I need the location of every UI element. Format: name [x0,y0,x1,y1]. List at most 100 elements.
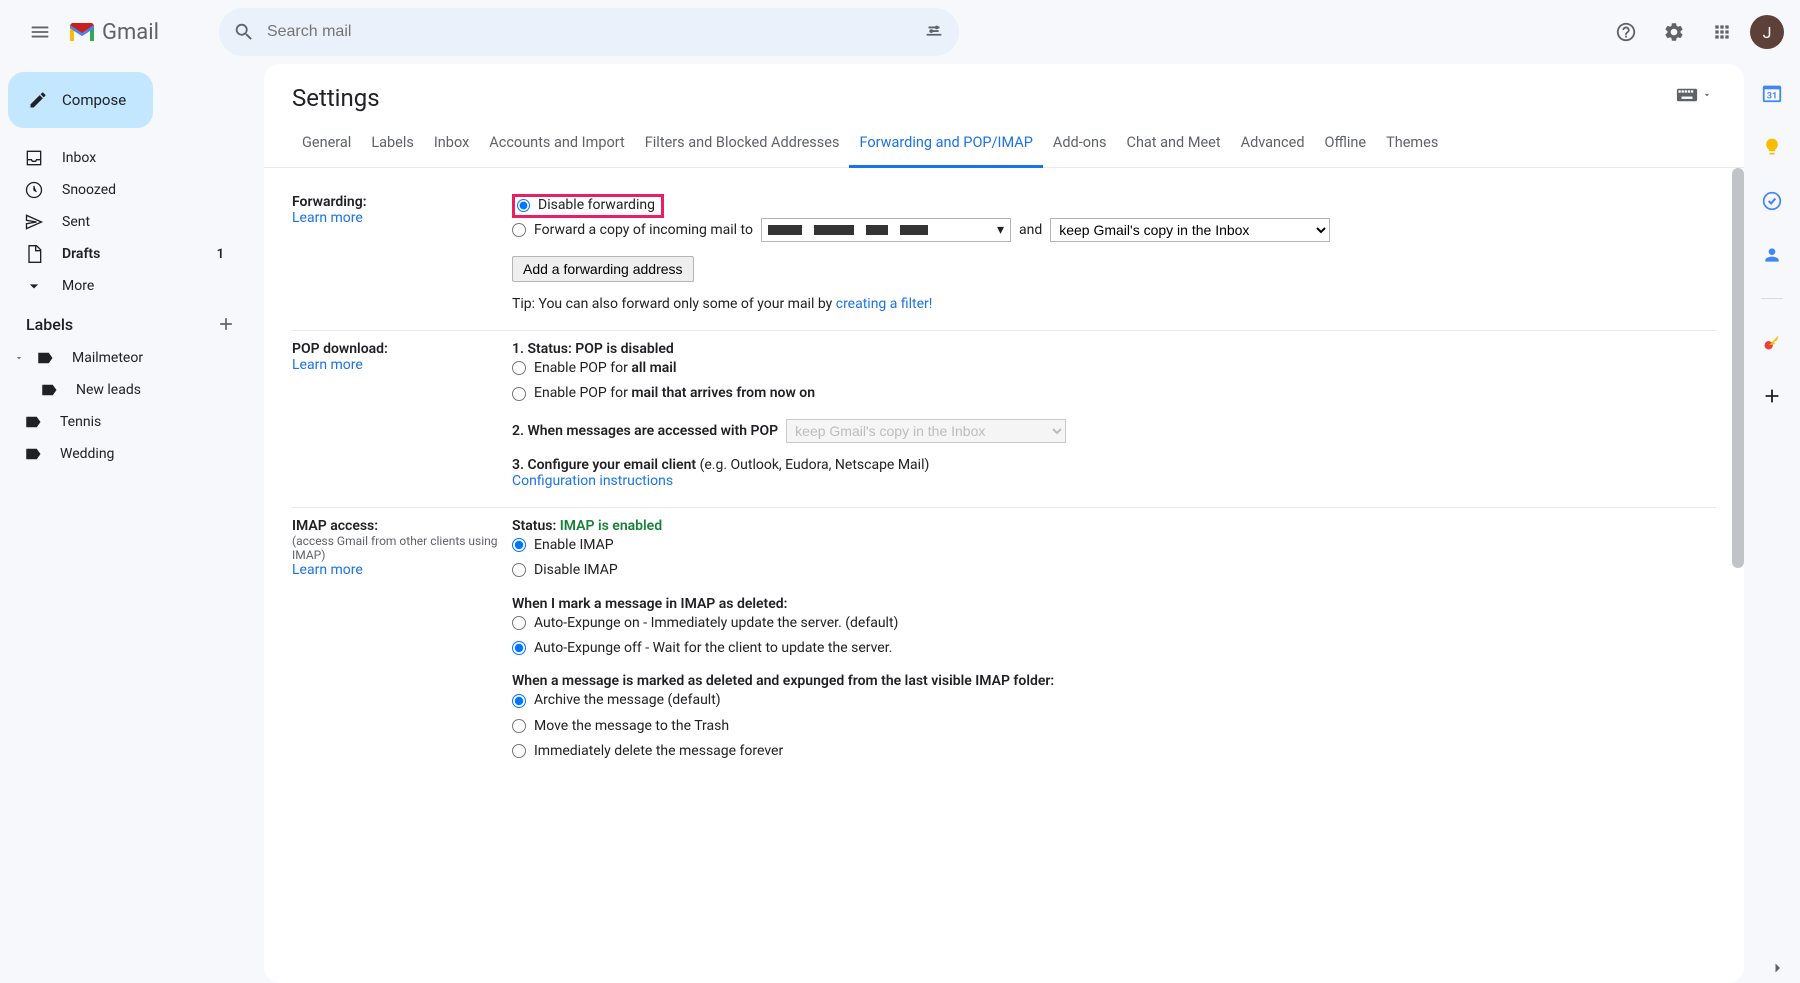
trash-row: Move the message to the Trash [512,715,1716,737]
apps-button[interactable] [1702,12,1742,52]
search-options-icon[interactable] [923,21,945,43]
pop-all-row: Enable POP for all mail [512,357,1716,379]
imap-status: Status: IMAP is enabled [512,518,1716,534]
sidebar-item-more[interactable]: More [8,270,248,302]
help-icon [1615,21,1637,43]
compose-button[interactable]: Compose [8,72,153,128]
header: Gmail J [0,0,1800,64]
hamburger-icon [29,21,51,43]
pop-learn-more[interactable]: Learn more [292,357,512,373]
radio-forward-copy[interactable] [512,223,526,237]
tab-labels[interactable]: Labels [361,126,424,167]
forwarding-options: Disable forwarding Forward a copy of inc… [512,194,1716,312]
send-icon [24,212,44,232]
calendar-icon: 31 [1761,82,1783,104]
calendar-app[interactable]: 31 [1761,82,1783,104]
pop-section: POP download: Learn more 1. Status: POP … [292,331,1716,508]
settings-tabs: General Labels Inbox Accounts and Import… [264,126,1744,168]
gmail-logo[interactable]: Gmail [68,20,159,45]
sidebar: Compose Inbox Snoozed Sent Drafts 1 More… [0,64,256,983]
label-wedding[interactable]: Wedding [8,438,248,470]
pop-access-label: 2. When messages are accessed with POP [512,420,778,442]
search-input[interactable] [267,23,923,41]
panel-toggle[interactable] [1768,959,1786,977]
panel-divider [1761,298,1783,299]
keep-app[interactable] [1761,136,1783,158]
settings-button[interactable] [1654,12,1694,52]
disable-forwarding-label: Disable forwarding [538,197,655,213]
radio-expunge-off[interactable] [512,641,526,655]
pop-options: 1. Status: POP is disabled Enable POP fo… [512,341,1716,489]
tab-inbox[interactable]: Inbox [424,126,479,167]
compose-label: Compose [62,91,126,109]
nav-label: Snoozed [62,182,116,198]
tasks-icon [1762,191,1782,211]
tasks-app[interactable] [1761,190,1783,212]
sidebar-item-drafts[interactable]: Drafts 1 [8,238,248,270]
get-addons[interactable] [1761,385,1783,407]
radio-imap-enable[interactable] [512,538,526,552]
radio-imap-disable[interactable] [512,563,526,577]
sidebar-item-snoozed[interactable]: Snoozed [8,174,248,206]
radio-pop-now[interactable] [512,387,526,401]
chevron-right-icon [1768,959,1786,977]
section-label: Forwarding: Learn more [292,194,512,312]
contacts-app[interactable] [1761,244,1783,266]
account-avatar[interactable]: J [1750,15,1784,49]
nav-label: Drafts [62,246,100,262]
caret-icon[interactable] [14,353,24,363]
svg-text:31: 31 [1767,92,1778,102]
support-button[interactable] [1606,12,1646,52]
label-tennis[interactable]: Tennis [8,406,248,438]
expunge-off-row: Auto-Expunge off - Wait for the client t… [512,637,1716,659]
sidebar-item-inbox[interactable]: Inbox [8,142,248,174]
label-new-leads[interactable]: New leads [8,374,248,406]
imap-options: Status: IMAP is enabled Enable IMAP Disa… [512,518,1716,766]
settings-title: Settings [264,84,1744,126]
forwarding-tip: Tip: You can also forward only some of y… [512,296,1716,312]
forward-to-select[interactable]: ▾ [761,218,1011,242]
pop-access-select: keep Gmail's copy in the Inbox [786,419,1066,443]
label-icon [36,349,54,367]
pop-config-link[interactable]: Configuration instructions [512,473,1716,489]
labels-header: Labels [8,302,248,342]
inbox-icon [24,148,44,168]
create-filter-link[interactable]: creating a filter! [836,296,933,312]
imap-learn-more[interactable]: Learn more [292,562,512,578]
main-menu-button[interactable] [16,8,64,56]
radio-disable-forwarding[interactable] [517,199,530,212]
labels-title: Labels [26,315,73,334]
search-bar[interactable] [219,8,959,56]
forwarding-section: Forwarding: Learn more Disable forwardin… [292,184,1716,331]
tab-filters[interactable]: Filters and Blocked Addresses [635,126,850,167]
add-forwarding-address-button[interactable]: Add a forwarding address [512,256,694,282]
label-text: Wedding [60,446,114,462]
tab-chat[interactable]: Chat and Meet [1117,126,1231,167]
tab-addons[interactable]: Add-ons [1043,126,1117,167]
tab-general[interactable]: General [292,126,361,167]
tab-offline[interactable]: Offline [1315,126,1377,167]
scrollbar[interactable] [1732,168,1744,568]
tab-forwarding[interactable]: Forwarding and POP/IMAP [849,126,1042,168]
archive-row: Archive the message (default) [512,689,1716,711]
apps-icon [1712,22,1732,42]
imap-deleted-header: When I mark a message in IMAP as deleted… [512,596,1716,612]
radio-delete-forever[interactable] [512,744,526,758]
imap-expunged-header: When a message is marked as deleted and … [512,673,1716,689]
keep-copy-select[interactable]: keep Gmail's copy in the Inbox [1050,218,1330,242]
radio-archive[interactable] [512,694,526,708]
tab-accounts[interactable]: Accounts and Import [479,126,634,167]
radio-pop-all[interactable] [512,361,526,375]
label-text: Tennis [60,414,101,430]
tab-advanced[interactable]: Advanced [1231,126,1315,167]
add-label-icon[interactable] [216,314,236,334]
forwarding-learn-more[interactable]: Learn more [292,210,512,226]
radio-expunge-on[interactable] [512,616,526,630]
label-mailmeteor[interactable]: Mailmeteor [8,342,248,374]
radio-trash[interactable] [512,719,526,733]
addon-app[interactable] [1761,331,1783,353]
pop-status: 1. Status: POP is disabled [512,341,1716,357]
tab-themes[interactable]: Themes [1376,126,1448,167]
sidebar-item-sent[interactable]: Sent [8,206,248,238]
input-tool-indicator[interactable] [1676,88,1712,102]
